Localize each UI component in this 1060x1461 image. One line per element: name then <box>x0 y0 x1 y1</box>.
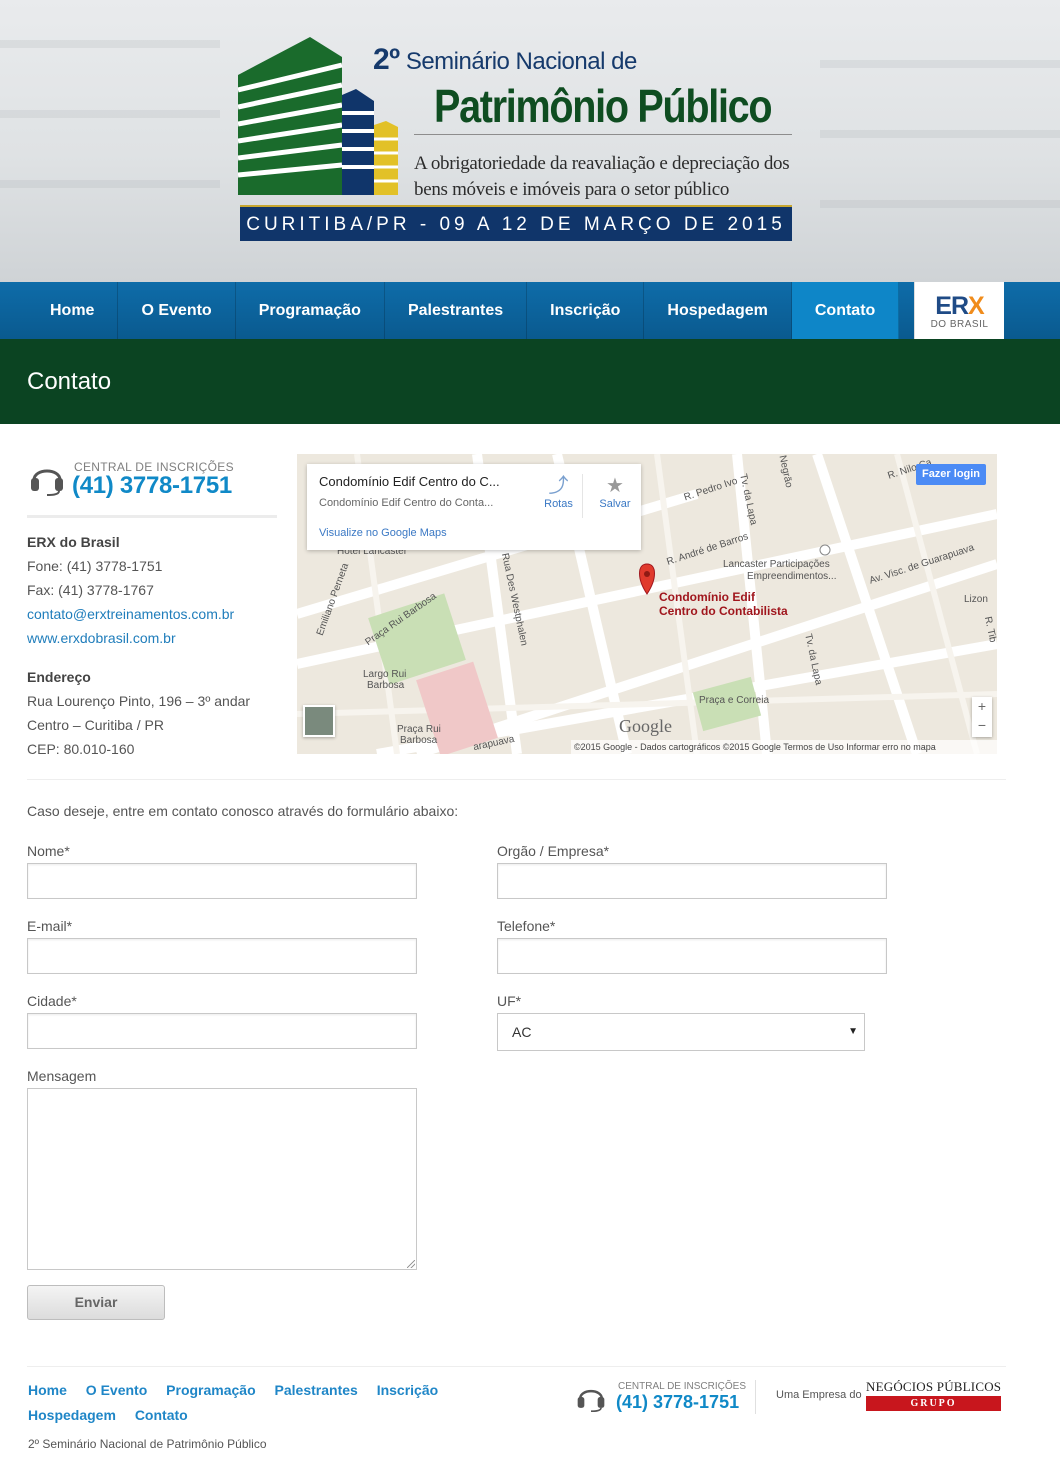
org-label: Orgão / Empresa* <box>497 843 610 859</box>
message-label: Mensagem <box>27 1068 97 1084</box>
address-line2: Centro – Curitiba / PR <box>27 717 164 733</box>
event-logo: 2º Seminário Nacional de Patrimônio Públ… <box>238 35 794 243</box>
footer-separator <box>755 1380 756 1414</box>
map-poi-label: Praça Rui <box>397 724 441 735</box>
footer-central-phone[interactable]: (41) 3778-1751 <box>616 1392 739 1413</box>
email-input[interactable] <box>27 938 417 974</box>
map-poi-label: Praça e Correia <box>699 695 770 706</box>
central-inscricoes: CENTRAL DE INSCRIÇÕES (41) 3778-1751 <box>27 458 277 518</box>
uf-select[interactable]: AC ▼ <box>497 1013 865 1051</box>
banner-divider <box>414 134 792 135</box>
footer-central-label: CENTRAL DE INSCRIÇÕES <box>618 1381 746 1392</box>
main-nav: Home O Evento Programação Palestrantes I… <box>0 282 1060 339</box>
footer-nav: Home O Evento Programação Palestrantes I… <box>28 1378 478 1428</box>
zoom-in-button[interactable]: + <box>972 697 992 716</box>
central-phone[interactable]: (41) 3778-1751 <box>72 472 232 500</box>
map-poi-label: Lizon <box>964 594 988 605</box>
contact-email-link[interactable]: contato@erxtreinamentos.com.br <box>27 606 234 622</box>
footer-link-programacao[interactable]: Programação <box>166 1378 255 1403</box>
headset-icon <box>31 469 63 496</box>
form-intro: Caso deseje, entre em contato conosco at… <box>27 803 459 819</box>
banner-date: CURITIBA/PR - 09 A 12 DE MARÇO DE 2015 <box>240 205 792 241</box>
contact-info: ERX do Brasil Fone: (41) 3778-1751 Fax: … <box>27 530 287 761</box>
copyright: 2º Seminário Nacional de Patrimônio Públ… <box>28 1437 267 1451</box>
map-poi-label: Largo Rui <box>363 669 407 680</box>
empresa-text: Uma Empresa do <box>776 1389 862 1401</box>
section-divider <box>27 779 1006 780</box>
directions-button[interactable]: ⤴ Rotas <box>535 474 583 518</box>
nav-item-hospedagem[interactable]: Hospedagem <box>644 282 792 339</box>
banner-title-line1: 2º Seminário Nacional de <box>373 43 637 76</box>
footer-divider <box>27 1366 1006 1367</box>
nav-item-contato[interactable]: Contato <box>791 282 900 339</box>
uf-label: UF* <box>497 993 522 1009</box>
submit-button[interactable]: Enviar <box>27 1285 165 1320</box>
phone-input[interactable] <box>497 938 887 974</box>
star-icon: ★ <box>606 475 624 497</box>
zoom-control: + − <box>972 697 992 737</box>
map-poi-label: Barbosa <box>400 735 438 746</box>
map-poi-label: Empreendimentos... <box>747 571 837 582</box>
name-input[interactable] <box>27 863 417 899</box>
map-login-button[interactable]: Fazer login <box>916 464 986 485</box>
footer-link-contato[interactable]: Contato <box>135 1403 188 1428</box>
nav-item-inscricao[interactable]: Inscrição <box>527 282 645 339</box>
dropdown-arrow-icon: ▼ <box>848 1026 858 1037</box>
city-input[interactable] <box>27 1013 417 1049</box>
footer-link-home[interactable]: Home <box>28 1378 67 1403</box>
map-pin-label: Condomínio Edif Centro do Contabilista <box>659 590 788 618</box>
erx-logo[interactable]: ERX DO BRASIL <box>914 282 1004 339</box>
negocios-publicos-logo[interactable]: NEGÓCIOS PÚBLICOS GRUPO <box>866 1378 1006 1412</box>
map-place-card: Condomínio Edif Centro do C... Condomíni… <box>307 464 641 550</box>
page-title-bar: Contato <box>0 339 1060 424</box>
email-label: E-mail* <box>27 918 73 934</box>
place-title: Condomínio Edif Centro do C... <box>319 474 500 489</box>
place-subtitle: Condomínio Edif Centro do Conta... <box>319 497 494 509</box>
nav-item-home[interactable]: Home <box>27 282 119 339</box>
group-name: NEGÓCIOS PÚBLICOS <box>866 1379 1002 1394</box>
directions-icon: ⤴ <box>548 475 569 497</box>
page-title: Contato <box>27 368 112 395</box>
view-on-google-maps-link[interactable]: Visualize no Google Maps <box>319 527 447 539</box>
footer-link-inscricao[interactable]: Inscrição <box>377 1378 438 1403</box>
satellite-toggle[interactable] <box>303 705 335 737</box>
nav-item-programacao[interactable]: Programação <box>236 282 385 339</box>
map-poi-label: Barbosa <box>367 680 405 691</box>
contact-phone: Fone: (41) 3778-1751 <box>27 558 163 574</box>
resize-handle-icon[interactable] <box>407 1260 415 1268</box>
google-map[interactable]: R. Pedro Ivo Tv. da Lapa Negrão R. Nilo … <box>297 454 997 754</box>
address-line1: Rua Lourenço Pinto, 196 – 3º andar <box>27 693 251 709</box>
uf-selected-value: AC <box>512 1024 532 1040</box>
erx-logo-main: ERX <box>935 292 984 320</box>
address-title: Endereço <box>27 669 91 685</box>
map-poi-label: Lancaster Participações <box>723 559 830 570</box>
org-input[interactable] <box>497 863 887 899</box>
footer-link-hospedagem[interactable]: Hospedagem <box>28 1403 116 1428</box>
address-line3: CEP: 80.010-160 <box>27 741 135 757</box>
message-textarea[interactable] <box>27 1088 417 1270</box>
name-label: Nome* <box>27 843 70 859</box>
headset-icon <box>577 1389 605 1412</box>
footer-central-inscricoes: CENTRAL DE INSCRIÇÕES (41) 3778-1751 <box>576 1380 746 1416</box>
save-place-button[interactable]: ★ Salvar <box>591 474 639 510</box>
nav-item-palestrantes[interactable]: Palestrantes <box>385 282 528 339</box>
city-label: Cidade* <box>27 993 77 1009</box>
erx-logo-sub: DO BRASIL <box>930 319 989 330</box>
footer-link-palestrantes[interactable]: Palestrantes <box>275 1378 358 1403</box>
map-attribution[interactable]: ©2015 Google - Dados cartográficos ©2015… <box>571 740 997 754</box>
zoom-out-button[interactable]: − <box>972 716 992 735</box>
contact-fax: Fax: (41) 3778-1767 <box>27 582 154 598</box>
website-link[interactable]: www.erxdobrasil.com.br <box>27 630 176 646</box>
google-logo: Google <box>619 716 672 736</box>
footer-link-o-evento[interactable]: O Evento <box>86 1378 147 1403</box>
banner-title-line2: Patrimônio Público <box>434 80 773 132</box>
group-sub: GRUPO <box>866 1396 1001 1411</box>
header-banner: 2º Seminário Nacional de Patrimônio Públ… <box>0 0 1060 282</box>
nav-item-o-evento[interactable]: O Evento <box>118 282 236 339</box>
company-name: ERX do Brasil <box>27 534 120 550</box>
phone-label: Telefone* <box>497 918 556 934</box>
